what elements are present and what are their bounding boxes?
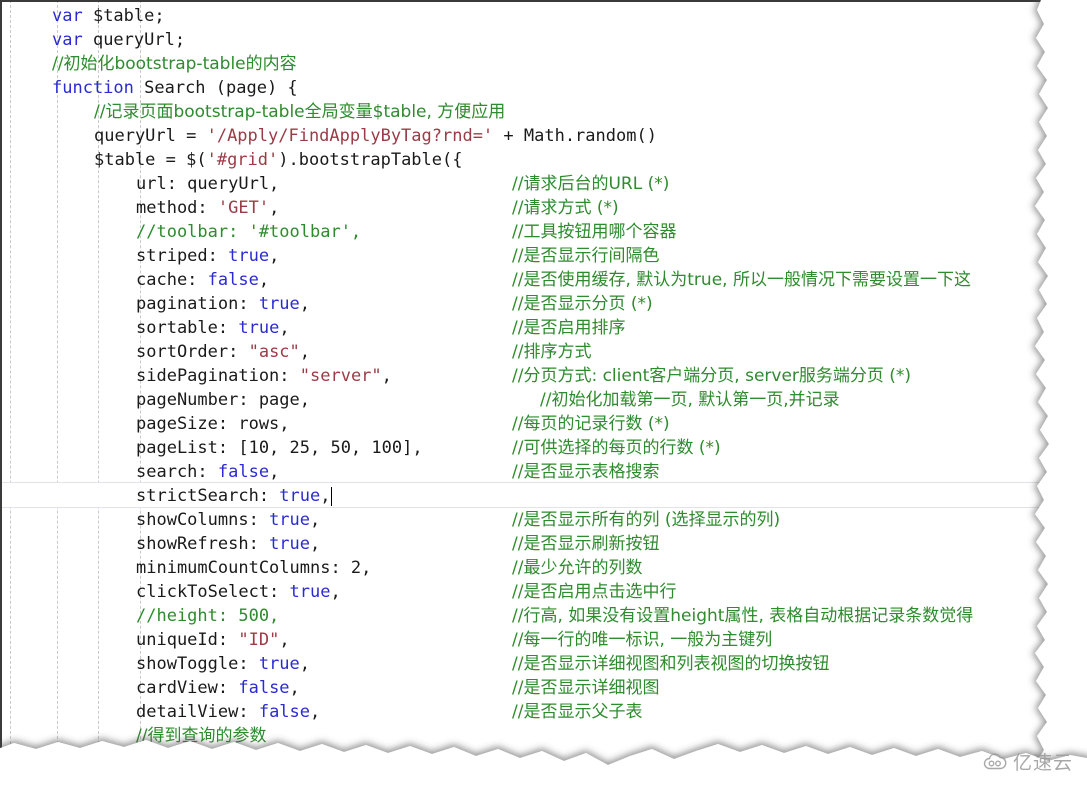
window-left-border <box>0 0 2 760</box>
trailing-comment: //请求后台的URL (*) <box>0 172 973 196</box>
trailing-comment: //工具按钮用哪个容器 <box>0 220 973 244</box>
watermark-text: 亿速云 <box>1013 748 1073 775</box>
code-line[interactable]: queryParams : f <box>0 748 657 772</box>
trailing-comment: //是否启用排序 <box>0 316 973 340</box>
trailing-comment: //行高, 如果没有设置height属性, 表格自动根据记录条数觉得 <box>0 604 973 628</box>
trailing-comment: //是否显示刷新按钮 <box>0 532 973 556</box>
trailing-comment: //每页的记录行数 (*) <box>0 412 973 436</box>
screenshot-root: var $table;var queryUrl;//初始化bootstrap-t… <box>0 0 1087 789</box>
comment-spacer <box>0 52 973 76</box>
comment-spacer <box>0 4 973 28</box>
trailing-comment: //分页方式: client客户端分页, server服务端分页 (*) <box>0 364 973 388</box>
trailing-comment: //请求方式 (*) <box>0 196 973 220</box>
comment-spacer <box>0 76 973 100</box>
window-top-border <box>0 0 1052 2</box>
comment-spacer <box>0 724 973 748</box>
code-token-plain: queryParams : f <box>136 750 290 770</box>
trailing-comment: //是否显示父子表 <box>0 700 973 724</box>
text-caret <box>331 487 332 506</box>
code-paper: var $table;var queryUrl;//初始化bootstrap-t… <box>0 0 1087 789</box>
trailing-comment: //是否显示所有的列 (选择显示的列) <box>0 508 973 532</box>
trailing-comment: //是否显示详细视图 <box>0 676 973 700</box>
cloud-icon <box>982 753 1008 770</box>
trailing-comment: //是否显示行间隔色 <box>0 244 973 268</box>
comment-spacer <box>0 124 973 148</box>
trailing-comment: //是否显示详细视图和列表视图的切换按钮 <box>0 652 973 676</box>
trailing-comment: //可供选择的每页的行数 (*) <box>0 436 973 460</box>
trailing-comment: //是否显示分页 (*) <box>0 292 973 316</box>
trailing-comment: //初始化加载第一页, 默认第一页,并记录 <box>0 388 973 412</box>
comment-spacer <box>0 148 973 172</box>
comment-spacer <box>0 484 973 508</box>
torn-edge-right <box>1017 0 1087 789</box>
comment-spacer <box>0 28 973 52</box>
comment-column: //请求后台的URL (*)//请求方式 (*)//工具按钮用哪个容器//是否显… <box>0 4 973 748</box>
comment-spacer <box>0 100 973 124</box>
trailing-comment: //是否使用缓存, 默认为true, 所以一般情况下需要设置一下这 <box>0 268 973 292</box>
trailing-comment: //每一行的唯一标识, 一般为主键列 <box>0 628 973 652</box>
watermark: 亿速云 <box>982 748 1073 775</box>
trailing-comment: //最少允许的列数 <box>0 556 973 580</box>
trailing-comment: //是否启用点击选中行 <box>0 580 973 604</box>
trailing-comment: //排序方式 <box>0 340 973 364</box>
trailing-comment: //是否显示表格搜索 <box>0 460 973 484</box>
